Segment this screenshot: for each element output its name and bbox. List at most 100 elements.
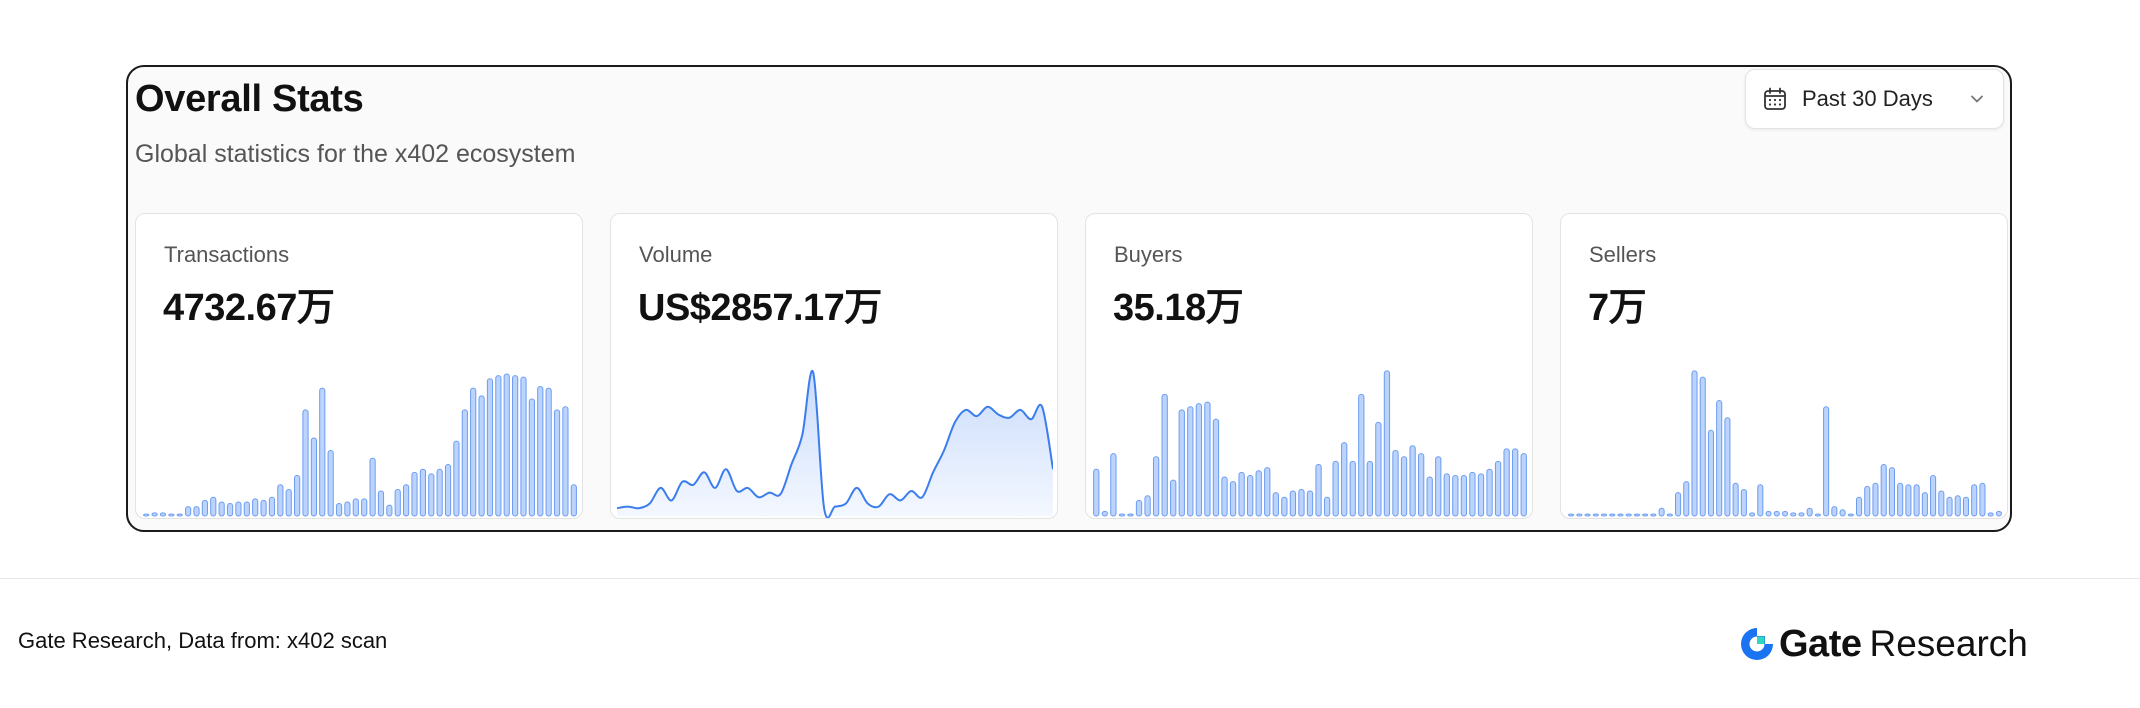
chart-bar <box>394 488 401 517</box>
chart-bar <box>1790 512 1797 517</box>
date-range-select[interactable]: Past 30 Days <box>1745 69 2004 129</box>
stat-card-transactions[interactable]: Transactions 4732.67万 <box>135 213 583 519</box>
chart-bar <box>352 498 359 517</box>
chart-bar <box>1289 490 1297 517</box>
chart-bar <box>1152 456 1160 517</box>
chart-bar <box>1781 510 1789 517</box>
chart-bar <box>1831 506 1838 517</box>
chart-bar <box>1178 409 1185 517</box>
chart-bar <box>369 457 376 517</box>
chart-bar <box>1400 456 1408 517</box>
chart-bar <box>1962 496 1970 517</box>
chart-bar <box>1272 492 1279 517</box>
chart-bar <box>1229 481 1237 517</box>
chart-bar <box>1633 513 1640 517</box>
chart-bar <box>1323 496 1331 517</box>
chart-bar <box>1383 370 1391 517</box>
chart-bar <box>1740 488 1747 517</box>
chart-bar <box>1872 482 1879 517</box>
stat-value: 35.18万 <box>1113 287 1244 329</box>
transactions-sparkline <box>143 373 577 517</box>
chart-bar <box>1093 468 1100 517</box>
chart-bar <box>570 484 577 517</box>
chart-bar <box>1823 406 1830 517</box>
panel-subtitle: Global statistics for the x402 ecosystem <box>135 140 576 168</box>
stat-card-buyers[interactable]: Buyers 35.18万 <box>1085 213 1533 519</box>
chart-bar <box>168 513 175 517</box>
chart-bar <box>1592 513 1599 517</box>
chart-bar <box>528 398 535 517</box>
stat-label: Sellers <box>1589 242 1657 267</box>
chart-bar <box>1187 406 1194 517</box>
chart-bar <box>553 409 561 517</box>
sellers-sparkline <box>1568 370 2002 517</box>
chart-bar <box>478 395 485 517</box>
footer-source: Gate Research, Data from: x402 scan <box>18 628 388 653</box>
footer-divider <box>0 578 2140 579</box>
chart-bar <box>1987 512 1994 517</box>
chart-bar <box>1238 471 1245 517</box>
chart-bar <box>428 473 435 517</box>
overall-stats-panel: Overall Stats Global statistics for the … <box>126 65 2012 532</box>
chart-bar <box>537 386 544 517</box>
stat-card-volume[interactable]: Volume US$2857.17万 <box>610 213 1058 519</box>
volume-sparkline <box>617 369 1053 518</box>
chart-bar <box>512 375 519 517</box>
chart-bar <box>1426 476 1433 517</box>
chart-bar <box>1765 510 1772 517</box>
chart-bar <box>1341 442 1348 517</box>
chart-bar <box>453 440 460 517</box>
chart-bar <box>1609 513 1616 517</box>
stat-value: US$2857.17万 <box>638 287 882 329</box>
chart-bar <box>327 449 334 517</box>
gate-logo-icon <box>1741 628 1773 660</box>
chart-bar <box>218 501 225 517</box>
chart-bar <box>1315 464 1322 517</box>
panel-title: Overall Stats <box>135 78 364 120</box>
chart-bar <box>1170 479 1177 517</box>
chart-bar <box>1452 474 1459 517</box>
chart-bar <box>1864 485 1871 517</box>
stat-card-sellers[interactable]: Sellers 7万 <box>1560 213 2008 519</box>
chart-bar <box>495 375 502 517</box>
chart-bar <box>1675 492 1682 517</box>
chart-bar <box>1332 460 1339 517</box>
chart-bar <box>1568 513 1575 517</box>
chart-bar <box>1921 492 1928 517</box>
chevron-down-icon <box>1967 89 1987 109</box>
chart-bar <box>1855 496 1863 517</box>
chart-bar <box>1255 470 1262 517</box>
chart-bar <box>1306 490 1314 517</box>
chart-bar <box>260 499 267 517</box>
stat-cards: Transactions 4732.67万 Volume US$2857.17万… <box>135 213 2008 521</box>
brand-gate-text: Gate <box>1779 622 1862 665</box>
chart-bar <box>1494 460 1502 517</box>
chart-bar <box>1600 513 1608 517</box>
chart-bar <box>1298 488 1305 517</box>
chart-bar <box>1716 400 1723 517</box>
chart-bar <box>1707 429 1715 517</box>
chart-bar <box>461 409 468 517</box>
chart-bar <box>1658 507 1665 517</box>
chart-bar <box>252 498 259 517</box>
chart-bar <box>277 484 284 517</box>
chart-bar <box>226 503 234 517</box>
chart-bar <box>235 501 242 517</box>
chart-bar <box>1888 467 1895 517</box>
chart-bar <box>1204 401 1211 517</box>
chart-bar <box>1971 484 1978 517</box>
chart-bar <box>1814 513 1821 517</box>
chart-bar <box>545 387 552 517</box>
chart-bar <box>302 409 309 517</box>
chart-bar <box>1732 482 1739 517</box>
chart-bar <box>1144 495 1151 517</box>
date-range-value: Past 30 Days <box>1802 86 1933 111</box>
chart-bar <box>210 496 217 517</box>
chart-bar <box>403 484 410 517</box>
chart-area <box>617 370 1053 518</box>
chart-bar <box>1520 453 1527 517</box>
stat-value: 4732.67万 <box>163 287 335 329</box>
chart-bar <box>1773 510 1780 517</box>
chart-bar <box>1584 513 1591 517</box>
chart-bar <box>1409 445 1416 517</box>
